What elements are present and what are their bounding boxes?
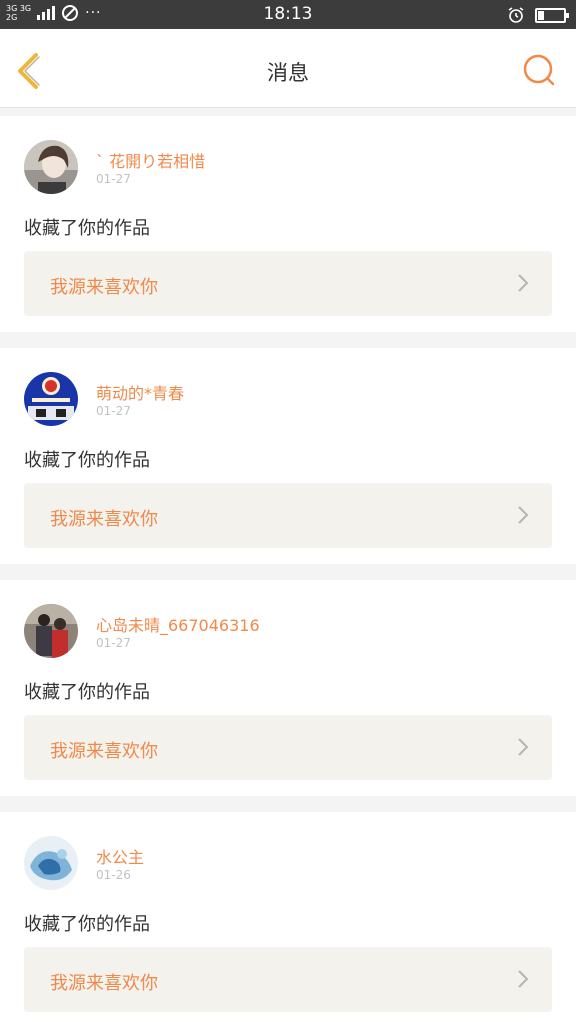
avatar[interactable] bbox=[24, 836, 78, 890]
search-button[interactable] bbox=[522, 53, 556, 87]
message-action: 收藏了你的作品 bbox=[24, 682, 150, 703]
message-date: 01-27 bbox=[96, 172, 131, 186]
clock: 18:13 bbox=[263, 4, 313, 24]
work-link[interactable]: 我源来喜欢你 bbox=[24, 483, 552, 548]
username[interactable]: ` 花開り若相惜 bbox=[96, 148, 205, 172]
message-date: 01-26 bbox=[96, 868, 131, 882]
header-bar: 消息 bbox=[0, 29, 576, 108]
message-date: 01-27 bbox=[96, 404, 131, 418]
work-title: 我源来喜欢你 bbox=[50, 973, 158, 994]
message-card: 心岛未晴_667046316 01-27 收藏了你的作品 我源来喜欢你 bbox=[0, 580, 576, 796]
message-action: 收藏了你的作品 bbox=[24, 450, 150, 471]
avatar[interactable] bbox=[24, 604, 78, 658]
message-action: 收藏了你的作品 bbox=[24, 914, 150, 935]
alarm-icon bbox=[508, 7, 524, 23]
battery-icon bbox=[535, 7, 569, 23]
work-title: 我源来喜欢你 bbox=[50, 509, 158, 530]
username[interactable]: 萌动的*青春 bbox=[96, 380, 184, 404]
message-card: 萌动的*青春 01-27 收藏了你的作品 我源来喜欢你 bbox=[0, 348, 576, 564]
work-title: 我源来喜欢你 bbox=[50, 741, 158, 762]
chevron-right-icon bbox=[518, 274, 529, 292]
status-bar: 3G 3G 2G ··· 18:13 bbox=[0, 0, 576, 29]
chevron-right-icon bbox=[518, 970, 529, 988]
message-list: ` 花開り若相惜 01-27 收藏了你的作品 我源来喜欢你 萌动的*青春 01-… bbox=[0, 116, 576, 1024]
chevron-right-icon bbox=[518, 506, 529, 524]
message-date: 01-27 bbox=[96, 636, 131, 650]
search-icon bbox=[523, 54, 555, 86]
work-link[interactable]: 我源来喜欢你 bbox=[24, 715, 552, 780]
work-link[interactable]: 我源来喜欢你 bbox=[24, 947, 552, 1012]
chevron-right-icon bbox=[518, 738, 529, 756]
message-card: ` 花開り若相惜 01-27 收藏了你的作品 我源来喜欢你 bbox=[0, 116, 576, 332]
avatar[interactable] bbox=[24, 372, 78, 426]
battery-fill bbox=[538, 10, 544, 20]
message-card: 水公主 01-26 收藏了你的作品 我源来喜欢你 bbox=[0, 812, 576, 1024]
status-right bbox=[507, 6, 569, 24]
username[interactable]: 心岛未晴_667046316 bbox=[96, 612, 260, 636]
work-title: 我源来喜欢你 bbox=[50, 277, 158, 298]
message-action: 收藏了你的作品 bbox=[24, 218, 150, 239]
page-title: 消息 bbox=[267, 61, 309, 85]
avatar[interactable] bbox=[24, 140, 78, 194]
username[interactable]: 水公主 bbox=[96, 844, 144, 868]
work-link[interactable]: 我源来喜欢你 bbox=[24, 251, 552, 316]
